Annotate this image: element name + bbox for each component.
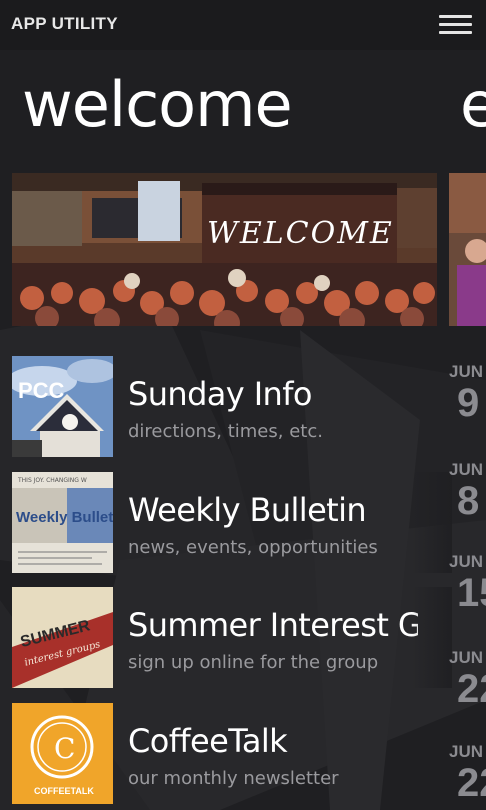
event-month: JUN (449, 460, 484, 479)
hamburger-menu-icon[interactable] (439, 14, 472, 36)
event-month: JUN (449, 648, 484, 667)
list-item-coffeetalk[interactable]: C COFFEETALK CoffeeTalk our monthly news… (12, 703, 452, 804)
event-month: JUN (449, 552, 484, 571)
weekly-bulletin-thumbnail: THIS JOY. CHANGING W Weekly Bulletin (12, 472, 113, 573)
item-subtitle: news, events, opportunities (128, 537, 378, 558)
event-day: 8 (457, 479, 480, 523)
welcome-banner-image[interactable]: WELCOME (12, 173, 437, 326)
coffeetalk-logo-text: COFFEETALK (34, 786, 94, 796)
event-month: JUN (449, 362, 484, 381)
item-subtitle: sign up online for the group (128, 652, 379, 673)
banner-text: WELCOME (207, 216, 394, 251)
list-item-sunday-info[interactable]: PCC Sunday Info directions, times, etc. (12, 356, 452, 457)
event-month: JUN (449, 742, 484, 761)
event-day: 9 (457, 381, 480, 425)
event-day: 15 (457, 571, 486, 615)
item-subtitle: directions, times, etc. (128, 421, 323, 442)
app-bar: APP UTILITY (0, 0, 486, 50)
page-title: welcome (22, 68, 293, 141)
item-title: CoffeeTalk (128, 722, 288, 760)
pcc-logo-text: PCC (18, 378, 65, 403)
event-day: 22 (457, 761, 486, 805)
summer-interest-thumbnail: SUMMER interest groups (12, 587, 113, 688)
bulletin-thumb-text: Weekly Bulletin (16, 509, 113, 526)
event-day: 22 (457, 667, 486, 711)
item-subtitle: our monthly newsletter (128, 768, 339, 789)
item-title: Summer Interest G (128, 606, 418, 644)
sunday-info-thumbnail: PCC (12, 356, 113, 457)
item-title: Weekly Bulletin (128, 491, 367, 529)
item-title: Sunday Info (128, 375, 312, 413)
next-panel-image-peek[interactable] (449, 173, 486, 326)
next-panorama-title-peek[interactable]: e (460, 70, 486, 140)
bulletin-topline: THIS JOY. CHANGING W (17, 477, 87, 484)
app-title: APP UTILITY (11, 14, 118, 33)
coffeetalk-logo-letter: C (54, 732, 75, 765)
list-item-weekly-bulletin[interactable]: THIS JOY. CHANGING W Weekly Bulletin Wee… (12, 472, 452, 573)
list-item-summer-interest-groups[interactable]: SUMMER interest groups Summer Interest G… (12, 587, 452, 688)
coffeetalk-thumbnail: C COFFEETALK (12, 703, 113, 804)
